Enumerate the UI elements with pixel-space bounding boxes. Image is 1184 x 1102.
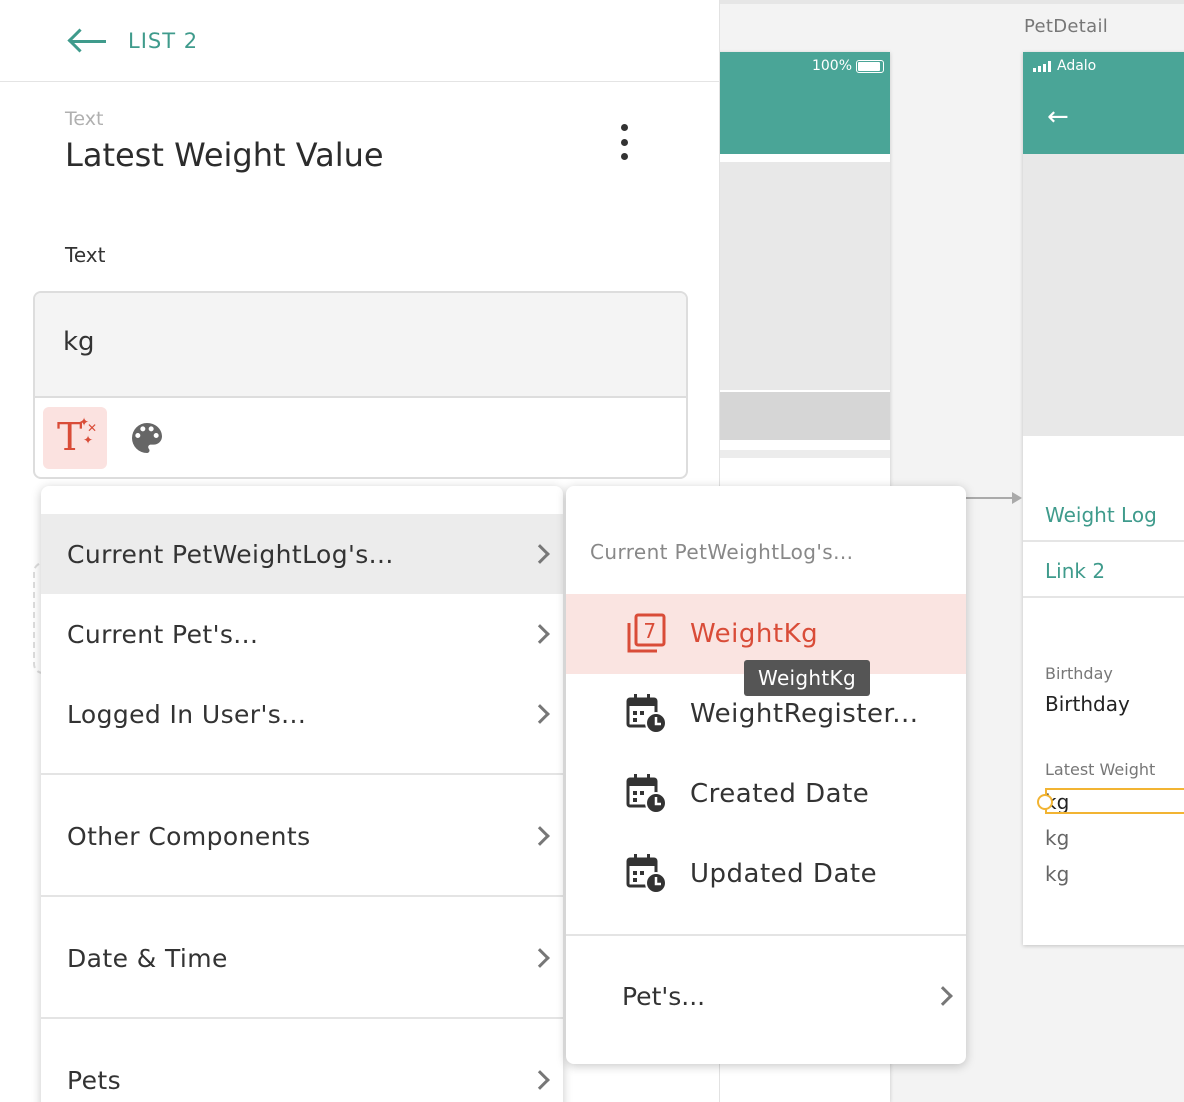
chevron-right-icon: [530, 826, 550, 846]
svg-text:7: 7: [643, 619, 656, 643]
pet-image-placeholder: [1023, 154, 1184, 436]
menu-divider: [41, 895, 563, 897]
menu-divider: [41, 1017, 563, 1019]
screen-title-petdetail[interactable]: PetDetail: [1024, 16, 1108, 37]
menu-divider: [41, 773, 563, 775]
chevron-right-icon: [933, 986, 953, 1006]
back-arrow-icon: [68, 29, 108, 53]
birthday-value: Birthday: [1045, 692, 1130, 716]
menu-item-current-petweightlog[interactable]: Current PetWeightLog's...: [41, 514, 563, 594]
petdetail-screen-preview[interactable]: Adalo ← Weight Log Link 2 Birthday Birth…: [1023, 52, 1184, 945]
screen-link-connector: [966, 497, 1016, 499]
weight-log-link[interactable]: Weight Log: [1023, 488, 1184, 542]
carrier-name: Adalo: [1057, 58, 1097, 74]
weight-value: kg: [1045, 826, 1070, 850]
back-to-list-button[interactable]: LIST 2: [68, 29, 198, 53]
text-editor-toolbar: T ✦ ✕ ✦: [35, 398, 686, 477]
chevron-right-icon: [530, 624, 550, 644]
submenu-header: Current PetWeightLog's...: [590, 540, 854, 564]
menu-item-pets-relation[interactable]: Pet's...: [566, 956, 966, 1036]
chevron-right-icon: [530, 704, 550, 724]
text-property-input[interactable]: kg: [35, 293, 686, 398]
link-2[interactable]: Link 2: [1023, 544, 1184, 598]
petweightlog-properties-menu: Current PetWeightLog's... 7 WeightKg Wei…: [566, 486, 966, 1064]
menu-item-updated-date[interactable]: Updated Date: [566, 834, 966, 914]
carrier-status: Adalo: [1033, 58, 1096, 74]
number-icon: 7: [627, 613, 666, 653]
menu-item-created-date[interactable]: Created Date: [566, 754, 966, 834]
calendar-clock-icon: [626, 694, 667, 734]
calendar-clock-icon: [626, 854, 667, 894]
component-type: Text: [65, 108, 104, 130]
menu-item-logged-in-user[interactable]: Logged In User's...: [41, 674, 563, 754]
weight-value: kg: [1045, 862, 1070, 886]
menu-item-other-components[interactable]: Other Components: [41, 796, 563, 876]
tooltip: WeightKg: [744, 660, 870, 696]
petdetail-app-bar: Adalo ←: [1023, 52, 1184, 154]
back-label: LIST 2: [128, 28, 199, 53]
chevron-right-icon: [530, 1070, 550, 1090]
menu-divider: [566, 934, 966, 936]
battery-icon: [856, 60, 884, 73]
text-field-label: Text: [65, 243, 106, 267]
magic-text-menu: Current PetWeightLog's... Current Pet's.…: [41, 486, 563, 1102]
latest-weight-label: Latest Weight: [1045, 760, 1156, 779]
chevron-right-icon: [530, 544, 550, 564]
magic-text-button[interactable]: T ✦ ✕ ✦: [43, 407, 107, 469]
component-name[interactable]: Latest Weight Value: [65, 136, 384, 174]
back-arrow-icon[interactable]: ←: [1047, 102, 1069, 132]
more-options-icon[interactable]: [612, 124, 636, 160]
signal-icon: [1033, 60, 1051, 72]
birthday-label: Birthday: [1045, 664, 1113, 683]
battery-percentage: 100%: [811, 58, 852, 74]
calendar-clock-icon: [626, 774, 667, 814]
canvas-divider: [720, 0, 1184, 4]
connector-arrowhead: [1012, 492, 1022, 504]
selection-outline: [1045, 788, 1184, 814]
text-property-editor[interactable]: kg T ✦ ✕ ✦: [33, 291, 688, 479]
chevron-right-icon: [530, 948, 550, 968]
menu-item-date-time[interactable]: Date & Time: [41, 918, 563, 998]
palette-icon[interactable]: [127, 418, 167, 458]
menu-item-pets[interactable]: Pets: [41, 1040, 563, 1102]
panel-header: LIST 2: [0, 0, 719, 82]
selection-handle[interactable]: [1037, 794, 1053, 810]
menu-item-current-pet[interactable]: Current Pet's...: [41, 594, 563, 674]
